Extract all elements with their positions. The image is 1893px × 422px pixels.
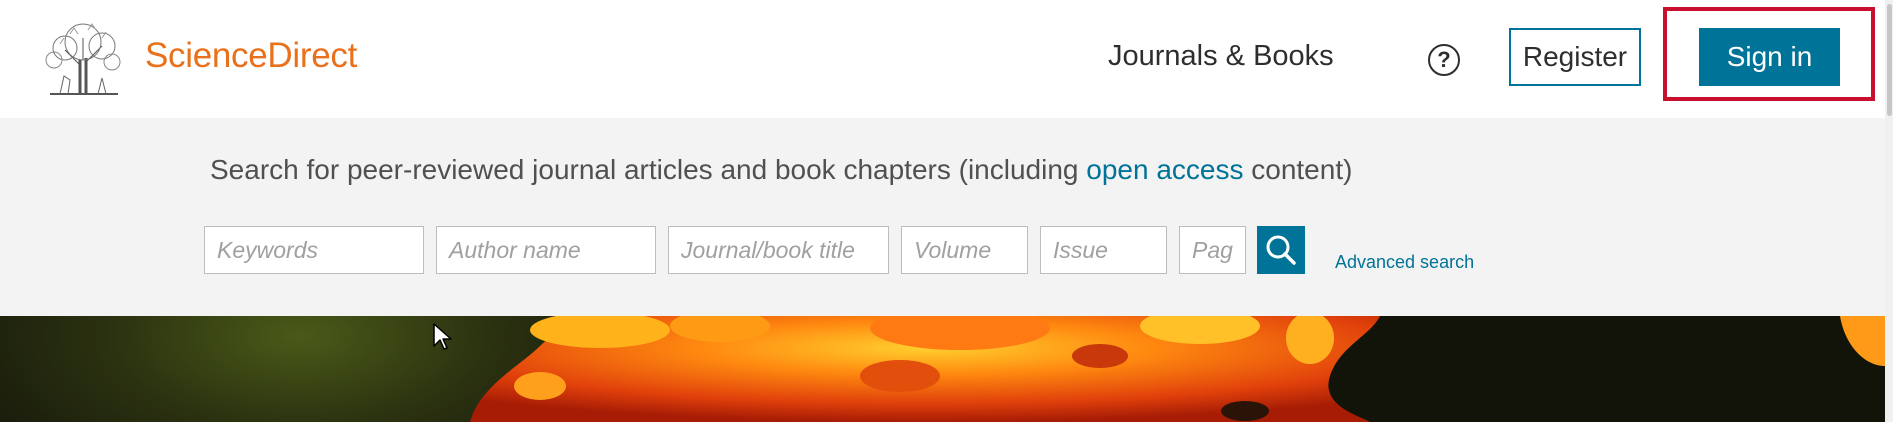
advanced-search-link[interactable]: Advanced search [1335,252,1474,273]
search-icon [1266,235,1296,265]
virus-illustration [470,316,1885,422]
elsevier-tree-logo[interactable] [40,20,126,96]
nav-journals-books[interactable]: Journals & Books [1108,40,1334,73]
pages-input[interactable]: Pag [1179,226,1246,274]
author-name-input[interactable]: Author name [436,226,656,274]
tagline-suffix: content) [1243,154,1353,185]
mouse-cursor-icon [433,323,452,350]
search-panel: Search for peer-reviewed journal article… [0,118,1885,316]
site-header: ScienceDirect Journals & Books ? Registe… [0,0,1893,118]
scrollbar-thumb[interactable] [1887,4,1892,116]
search-tagline: Search for peer-reviewed journal article… [210,154,1352,186]
hero-image [0,316,1885,422]
open-access-link[interactable]: open access [1086,154,1243,185]
tagline-prefix: Search for peer-reviewed journal article… [210,154,1087,185]
keywords-input[interactable]: Keywords [204,226,424,274]
sign-in-button[interactable]: Sign in [1699,28,1840,86]
brand-name[interactable]: ScienceDirect [145,36,357,76]
issue-input[interactable]: Issue [1040,226,1167,274]
help-icon[interactable]: ? [1428,44,1460,76]
register-button[interactable]: Register [1509,28,1641,86]
volume-input[interactable]: Volume [901,226,1028,274]
search-button[interactable] [1257,226,1305,274]
journal-book-title-input[interactable]: Journal/book title [668,226,889,274]
